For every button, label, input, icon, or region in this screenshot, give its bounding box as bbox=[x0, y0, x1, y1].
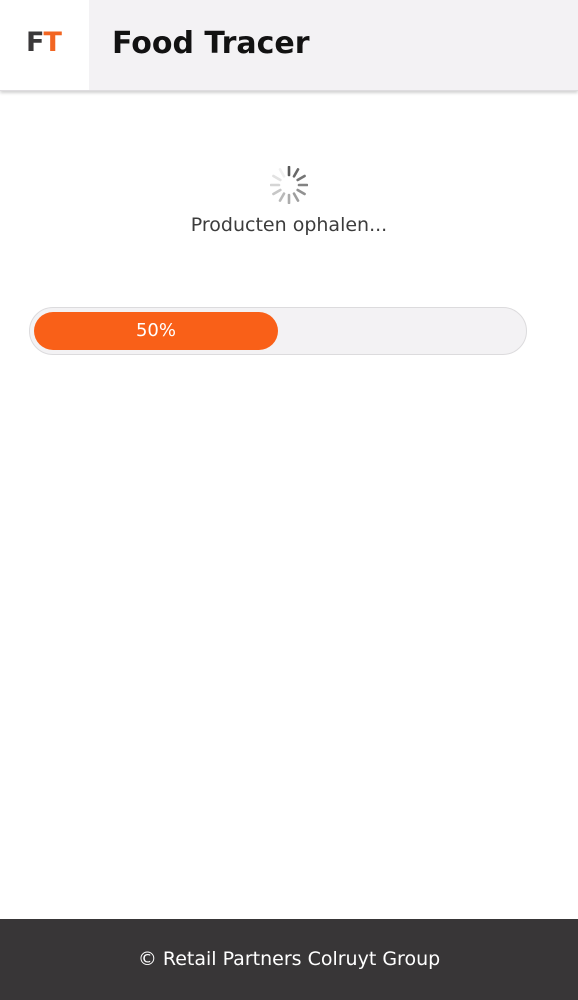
spinner-tick bbox=[292, 192, 300, 202]
spinner-tick bbox=[296, 188, 306, 196]
footer-copyright: © Retail Partners Colruyt Group bbox=[137, 948, 441, 970]
progress-label: 50% bbox=[135, 320, 176, 341]
logo-text: FT bbox=[26, 27, 62, 58]
logo-letter-f: F bbox=[26, 27, 44, 58]
loading-status-text: Producten ophalen... bbox=[190, 214, 388, 236]
progress-bar: 50% bbox=[29, 307, 527, 355]
loading-spinner-icon bbox=[270, 166, 308, 204]
spinner-tick bbox=[296, 174, 306, 182]
spinner-tick bbox=[278, 168, 286, 178]
app-title: Food Tracer bbox=[112, 26, 310, 61]
spinner-tick bbox=[278, 192, 286, 202]
spinner-tick bbox=[292, 168, 300, 178]
spinner-tick bbox=[272, 188, 282, 196]
progress-bar-fill: 50% bbox=[34, 312, 278, 350]
spinner-tick bbox=[272, 174, 282, 182]
app-header: FT Food Tracer bbox=[0, 0, 578, 91]
logo-letter-t: T bbox=[43, 27, 61, 58]
footer: © Retail Partners Colruyt Group bbox=[0, 919, 578, 1000]
logo[interactable]: FT bbox=[0, 0, 89, 90]
app-page: FT Food Tracer Producten ophalen... 50% … bbox=[0, 0, 578, 1000]
